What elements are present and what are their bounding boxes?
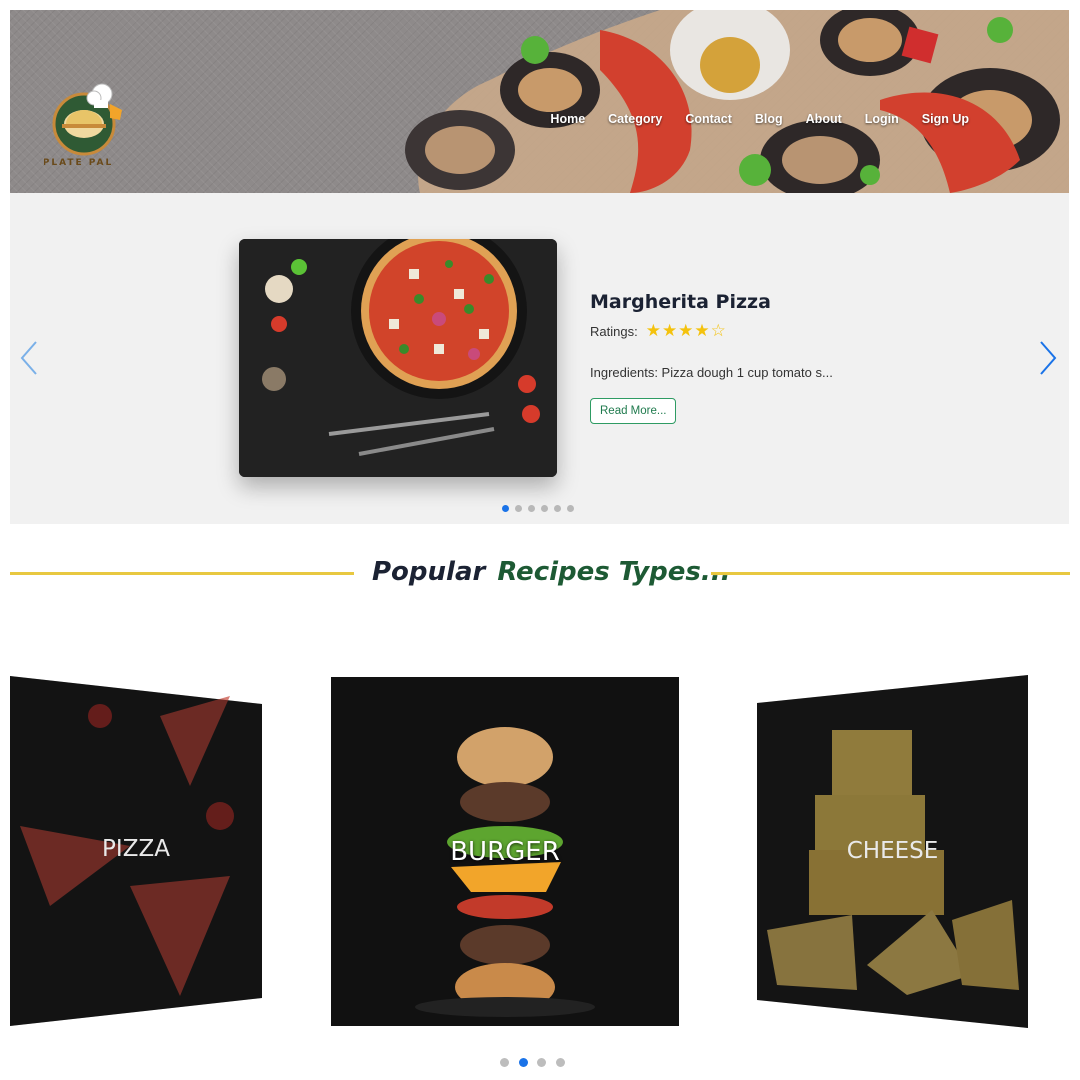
ratings-label: Ratings: bbox=[590, 323, 638, 339]
star-icon-filled: ★★★★ bbox=[645, 321, 711, 340]
divider-line-left bbox=[10, 572, 354, 575]
carousel-dot[interactable] bbox=[518, 1058, 528, 1067]
nav-blog[interactable]: Blog bbox=[755, 112, 783, 126]
featured-recipe-slider: Margherita Pizza Ratings: ★★★★☆ Ingredie… bbox=[10, 193, 1069, 524]
header-seafood-artwork bbox=[405, 10, 1069, 193]
nav-about[interactable]: About bbox=[806, 112, 842, 126]
category-card-cheese[interactable]: CHEESE bbox=[757, 675, 1028, 1028]
carousel-dot[interactable] bbox=[555, 1058, 565, 1067]
site-header: PLATE PAL Home Category Contact Blog Abo… bbox=[10, 10, 1069, 193]
category-label-burger: BURGER bbox=[450, 837, 560, 867]
chevron-right-icon[interactable] bbox=[1035, 338, 1061, 378]
star-icon-empty: ☆ bbox=[710, 321, 727, 340]
nav-category[interactable]: Category bbox=[608, 112, 662, 126]
main-nav: Home Category Contact Blog About Login S… bbox=[550, 112, 1069, 126]
category-label-cheese: CHEESE bbox=[846, 838, 939, 864]
slider-dot[interactable] bbox=[528, 505, 535, 512]
chevron-left-icon[interactable] bbox=[16, 338, 42, 378]
recipe-info: Margherita Pizza Ratings: ★★★★☆ Ingredie… bbox=[590, 291, 910, 424]
section-title-part2: Recipes Types... bbox=[497, 557, 731, 587]
slider-dot[interactable] bbox=[502, 505, 509, 512]
slider-dot[interactable] bbox=[567, 505, 574, 512]
star-rating: ★★★★☆ bbox=[646, 321, 727, 341]
category-label-pizza: PIZZA bbox=[102, 836, 170, 862]
recipe-image bbox=[239, 239, 557, 477]
section-title: Popular Recipes Types... bbox=[372, 557, 731, 587]
carousel-dot[interactable] bbox=[537, 1058, 546, 1067]
divider-line-right bbox=[711, 572, 1070, 575]
carousel-pagination bbox=[500, 1058, 574, 1067]
section-heading: Popular Recipes Types... bbox=[10, 555, 1070, 595]
category-card-pizza[interactable]: PIZZA bbox=[10, 676, 262, 1026]
slider-dot[interactable] bbox=[515, 505, 522, 512]
category-card-burger[interactable]: BURGER bbox=[331, 677, 679, 1026]
read-more-button[interactable]: Read More... bbox=[590, 398, 677, 424]
recipe-ingredients: Ingredients: Pizza dough 1 cup tomato s.… bbox=[590, 365, 833, 380]
pizza-photo bbox=[239, 239, 557, 477]
section-title-part1: Popular bbox=[372, 557, 486, 587]
recipe-title: Margherita Pizza bbox=[590, 291, 771, 313]
nav-login[interactable]: Login bbox=[865, 112, 899, 126]
carousel-dot[interactable] bbox=[500, 1058, 509, 1067]
slider-dot[interactable] bbox=[541, 505, 548, 512]
svg-text:PLATE PAL: PLATE PAL bbox=[44, 158, 113, 168]
ratings-row: Ratings: ★★★★☆ bbox=[590, 321, 910, 341]
plate-pal-logo[interactable]: PLATE PAL bbox=[44, 80, 134, 170]
slider-dot[interactable] bbox=[554, 505, 561, 512]
nav-contact[interactable]: Contact bbox=[685, 112, 732, 126]
nav-home[interactable]: Home bbox=[550, 112, 585, 126]
nav-sign-up[interactable]: Sign Up bbox=[922, 112, 969, 126]
slider-pagination bbox=[502, 505, 580, 512]
